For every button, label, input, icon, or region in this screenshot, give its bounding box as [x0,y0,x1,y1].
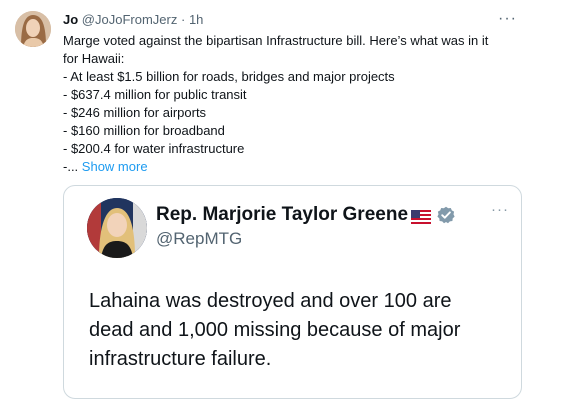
tweet-text-last-line: -... Show more [63,158,533,176]
quoted-tweet-text: Lahaina was destroyed and over 100 are d… [89,287,519,374]
quoted-author-name-row: Rep. Marjorie Taylor Greene [156,204,455,226]
verified-badge-icon [437,206,455,224]
quoted-tweet[interactable]: Rep. Marjorie Taylor Greene @RepMTG ··· … [63,185,522,399]
author-handle[interactable]: @JoJoFromJerz [82,12,178,27]
tweet-text-line: - $246 million for airports [63,105,207,120]
separator-dot: · [180,12,186,27]
timestamp[interactable]: 1h [189,12,203,27]
truncated-text: -... [63,159,79,174]
quoted-more-options-icon[interactable]: ··· [491,201,509,218]
avatar[interactable] [15,11,51,47]
quoted-text-line: dead and 1,000 missing because of major [89,319,461,341]
more-options-icon[interactable]: ··· [498,10,517,28]
show-more-link[interactable]: Show more [82,159,148,174]
tweet-text-line: - At least $1.5 billion for roads, bridg… [63,69,395,84]
quoted-text-line: infrastructure failure. [89,348,272,370]
quoted-author-name[interactable]: Rep. Marjorie Taylor Greene [156,204,408,226]
tweet-text-line: - $200.4 for water infrastructure [63,141,245,156]
tweet-text-line: for Hawaii: [63,51,125,66]
quoted-text-line: Lahaina was destroyed and over 100 are [89,290,452,312]
tweet-header: Jo @JoJoFromJerz · 1h [63,12,203,28]
quoted-author-handle[interactable]: @RepMTG [156,229,242,249]
tweet-text-line: Marge voted against the bipartisan Infra… [63,33,489,48]
tweet-text-line: - $637.4 million for public transit [63,87,247,102]
author-name[interactable]: Jo [63,12,78,27]
tweet[interactable]: Jo @JoJoFromJerz · 1h ··· Marge voted ag… [0,0,565,405]
tweet-text: Marge voted against the bipartisan Infra… [63,32,533,176]
quoted-author-avatar[interactable] [87,198,147,258]
us-flag-icon [411,208,432,224]
tweet-text-line: - $160 million for broadband [63,123,225,138]
